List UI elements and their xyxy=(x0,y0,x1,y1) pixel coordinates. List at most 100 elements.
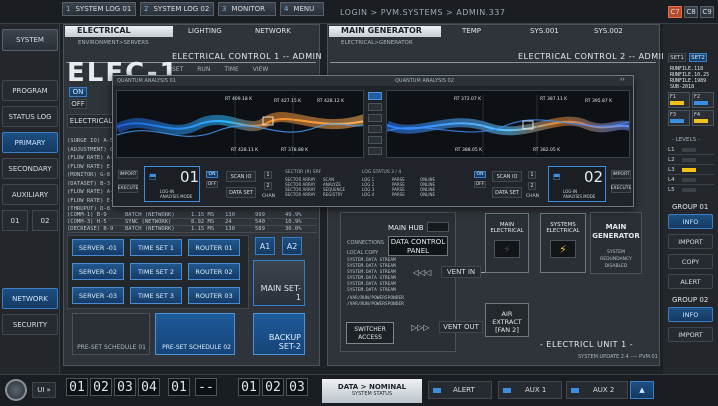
on-button[interactable]: ON xyxy=(69,87,87,97)
level-row[interactable]: L3 xyxy=(668,165,714,175)
time-set-3-tile[interactable]: TIME SET 3 xyxy=(130,287,182,304)
preset-schedule-01[interactable]: PRE-SET SCHEDULE 01 xyxy=(72,313,150,355)
q-chan-1-button-2[interactable]: 1 xyxy=(528,171,536,179)
control-slot[interactable] xyxy=(368,92,382,100)
level-row[interactable]: L5 xyxy=(668,185,714,195)
set2-button[interactable]: SET2 xyxy=(689,53,707,62)
data-control-panel-button[interactable]: DATA CONTROL PANEL xyxy=(388,236,448,256)
a2-button[interactable]: A2 xyxy=(282,237,302,255)
aux2-button[interactable]: AUX 2 xyxy=(566,381,628,399)
q-import-button-1[interactable]: IMPORT xyxy=(118,170,138,179)
sidebar-item-system[interactable]: SYSTEM xyxy=(2,29,58,51)
vent-in-button[interactable]: VENT IN xyxy=(441,266,481,278)
power-knob-icon[interactable] xyxy=(5,379,27,401)
control-slot[interactable] xyxy=(368,136,382,144)
f3-slot[interactable]: F3 xyxy=(668,110,690,126)
bottom-alert-button[interactable]: ALERT xyxy=(428,381,492,399)
main-electrical-box[interactable]: MAIN ELECTRICAL ⚡ xyxy=(485,213,529,273)
group1-alert-button[interactable]: ALERT xyxy=(668,274,713,289)
tab-temp[interactable]: TEMP xyxy=(462,27,481,35)
q-chan-1-button[interactable]: 1 xyxy=(264,171,272,179)
aux1-button[interactable]: AUX 1 xyxy=(498,381,562,399)
code-c7-button[interactable]: C7 xyxy=(668,6,682,18)
tab-lighting[interactable]: LIGHTING xyxy=(188,27,222,35)
main-set-button[interactable]: MAIN SET-1 xyxy=(253,260,305,306)
systems-electrical-box[interactable]: SYSTEMS ELECTRICAL ⚡ xyxy=(540,213,586,273)
sidebar-item-status-log[interactable]: STATUS LOG xyxy=(2,106,58,127)
table-row[interactable]: (COMM-3) H-5 SYNC (NETWORK) 8.92 MS 24 5… xyxy=(67,219,317,226)
sidebar-item-network[interactable]: NETWORK xyxy=(2,288,58,309)
digit-slot[interactable]: 01 xyxy=(168,378,190,396)
control-slot[interactable] xyxy=(368,125,382,133)
switcher-access-button[interactable]: SWITCHER ACCESS xyxy=(346,322,394,344)
digit-slot[interactable]: 03 xyxy=(114,378,136,396)
q-on-button-1[interactable]: ON xyxy=(206,171,218,178)
q-on-button-2[interactable]: ON xyxy=(474,171,486,178)
sidebar-item-program[interactable]: PROGRAM xyxy=(2,80,58,101)
preset-schedule-02[interactable]: PRE-SET SCHEDULE 02 xyxy=(155,313,235,355)
q-execute-button-2[interactable]: EXECUTE xyxy=(611,184,631,193)
a1-button[interactable]: A1 xyxy=(255,237,275,255)
q-scan-io-button-1[interactable]: SCAN IO xyxy=(226,171,256,182)
tab-sys001[interactable]: SYS.001 xyxy=(530,27,559,35)
set1-button[interactable]: SET1 xyxy=(668,53,686,62)
q-data-set-button-2[interactable]: DATA SET xyxy=(492,187,522,198)
control-slot[interactable] xyxy=(368,147,382,155)
code-c9-button[interactable]: C9 xyxy=(700,6,714,18)
window-nav-icon[interactable]: ‹› xyxy=(620,76,625,83)
main-generator-box[interactable]: MAIN GENERATOR SYSTEM REDUNDANCY DISABLE… xyxy=(590,212,642,274)
f2-slot[interactable]: F2 xyxy=(692,92,714,108)
sidebar-item-02[interactable]: 02 xyxy=(32,210,58,231)
tab-monitor[interactable]: 3 MONITOR xyxy=(218,2,276,16)
q-off-button-1[interactable]: OFF xyxy=(206,181,218,188)
code-c8-button[interactable]: C8 xyxy=(684,6,698,18)
ui-menu-button[interactable]: UI» xyxy=(32,382,56,398)
group1-info-button[interactable]: INFO xyxy=(668,214,713,229)
level-row[interactable]: L2 xyxy=(668,155,714,165)
q-import-button-2[interactable]: IMPORT xyxy=(611,170,631,179)
group2-import-button[interactable]: IMPORT xyxy=(668,327,713,342)
table-row[interactable]: (COMM-1) B-9 BATCH (NETWORK) 1.15 MS 130… xyxy=(67,212,317,219)
tab-sys002[interactable]: SYS.002 xyxy=(594,27,623,35)
sidebar-item-security[interactable]: SECURITY xyxy=(2,314,58,335)
group2-info-button[interactable]: INFO xyxy=(668,307,713,322)
q-chan-2-button-2[interactable]: 2 xyxy=(528,182,536,190)
digit-slot[interactable]: 03 xyxy=(286,378,308,396)
scroll-up-button[interactable]: ▲ xyxy=(630,381,654,399)
q-scan-io-button-2[interactable]: SCAN IO xyxy=(492,171,522,182)
sidebar-item-secondary[interactable]: SECONDARY xyxy=(2,158,58,179)
electrical-button[interactable]: ELECTRICAL xyxy=(67,114,115,128)
tab-system-log-01[interactable]: 1 SYSTEM LOG 01 xyxy=(62,2,136,16)
level-row[interactable]: L1 xyxy=(668,145,714,155)
f4-slot[interactable]: F4 xyxy=(692,110,714,126)
tab-electrical[interactable]: ELECTRICAL xyxy=(65,26,173,37)
sidebar-item-01[interactable]: 01 xyxy=(2,210,28,231)
q-chan-2-button[interactable]: 2 xyxy=(264,182,272,190)
f1-slot[interactable]: F1 xyxy=(668,92,690,108)
digit-slot[interactable]: 01 xyxy=(66,378,88,396)
digit-slot[interactable]: 02 xyxy=(90,378,112,396)
off-button[interactable]: OFF xyxy=(69,99,87,109)
tab-main-generator[interactable]: MAIN GENERATOR xyxy=(329,26,441,37)
sidebar-item-auxiliary[interactable]: AUXILIARY xyxy=(2,184,58,205)
router-02-tile[interactable]: ROUTER 02 xyxy=(188,263,240,280)
server-02-tile[interactable]: SERVER -02 xyxy=(72,263,124,280)
group1-copy-button[interactable]: COPY xyxy=(668,254,713,269)
table-row[interactable]: (DECREASE) B-9 BATCH (NETWORK) 1.15 MS 1… xyxy=(67,226,317,233)
level-row[interactable]: L4 xyxy=(668,175,714,185)
digit-slot[interactable]: 02 xyxy=(262,378,284,396)
vent-out-button[interactable]: VENT OUT xyxy=(439,321,483,333)
q-data-set-button-1[interactable]: DATA SET xyxy=(226,187,256,198)
backup-set-button[interactable]: BACKUP SET-2 xyxy=(253,313,305,355)
control-slot[interactable] xyxy=(368,103,382,111)
digit-slot[interactable]: 01 xyxy=(238,378,260,396)
server-01-tile[interactable]: SERVER -01 xyxy=(72,239,124,256)
time-set-2-tile[interactable]: TIME SET 2 xyxy=(130,263,182,280)
router-03-tile[interactable]: ROUTER 03 xyxy=(188,287,240,304)
router-01-tile[interactable]: ROUTER 01 xyxy=(188,239,240,256)
tab-menu[interactable]: 4 MENU xyxy=(280,2,324,16)
digit-slot[interactable]: 04 xyxy=(138,378,160,396)
q-off-button-2[interactable]: OFF xyxy=(474,181,486,188)
tab-system-log-02[interactable]: 2 SYSTEM LOG 02 xyxy=(140,2,214,16)
digit-slot[interactable]: -- xyxy=(195,378,217,396)
